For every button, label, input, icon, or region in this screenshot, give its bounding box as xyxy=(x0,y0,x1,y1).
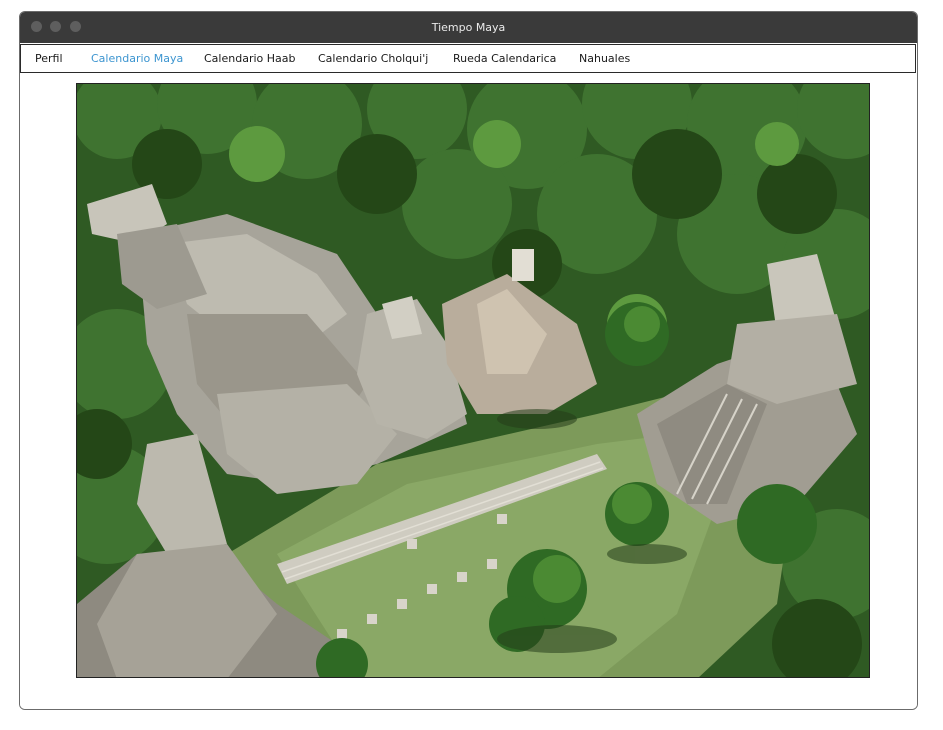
title-bar[interactable]: Tiempo Maya xyxy=(20,12,917,43)
maya-ruins-photo xyxy=(76,83,870,678)
menu-item-calendario-cholquij[interactable]: Calendario Cholqui'j xyxy=(318,45,428,72)
main-content xyxy=(20,73,917,709)
menu-item-rueda-calendarica[interactable]: Rueda Calendarica xyxy=(453,45,556,72)
menu-bar: Perfil Calendario Maya Calendario Haab C… xyxy=(20,44,916,73)
app-window: Tiempo Maya Perfil Calendario Maya Calen… xyxy=(19,11,918,710)
menu-item-perfil[interactable]: Perfil xyxy=(35,45,63,72)
menu-item-calendario-maya[interactable]: Calendario Maya xyxy=(91,45,183,72)
menu-item-nahuales[interactable]: Nahuales xyxy=(579,45,630,72)
menu-item-calendario-haab[interactable]: Calendario Haab xyxy=(204,45,295,72)
window-title: Tiempo Maya xyxy=(431,21,506,34)
